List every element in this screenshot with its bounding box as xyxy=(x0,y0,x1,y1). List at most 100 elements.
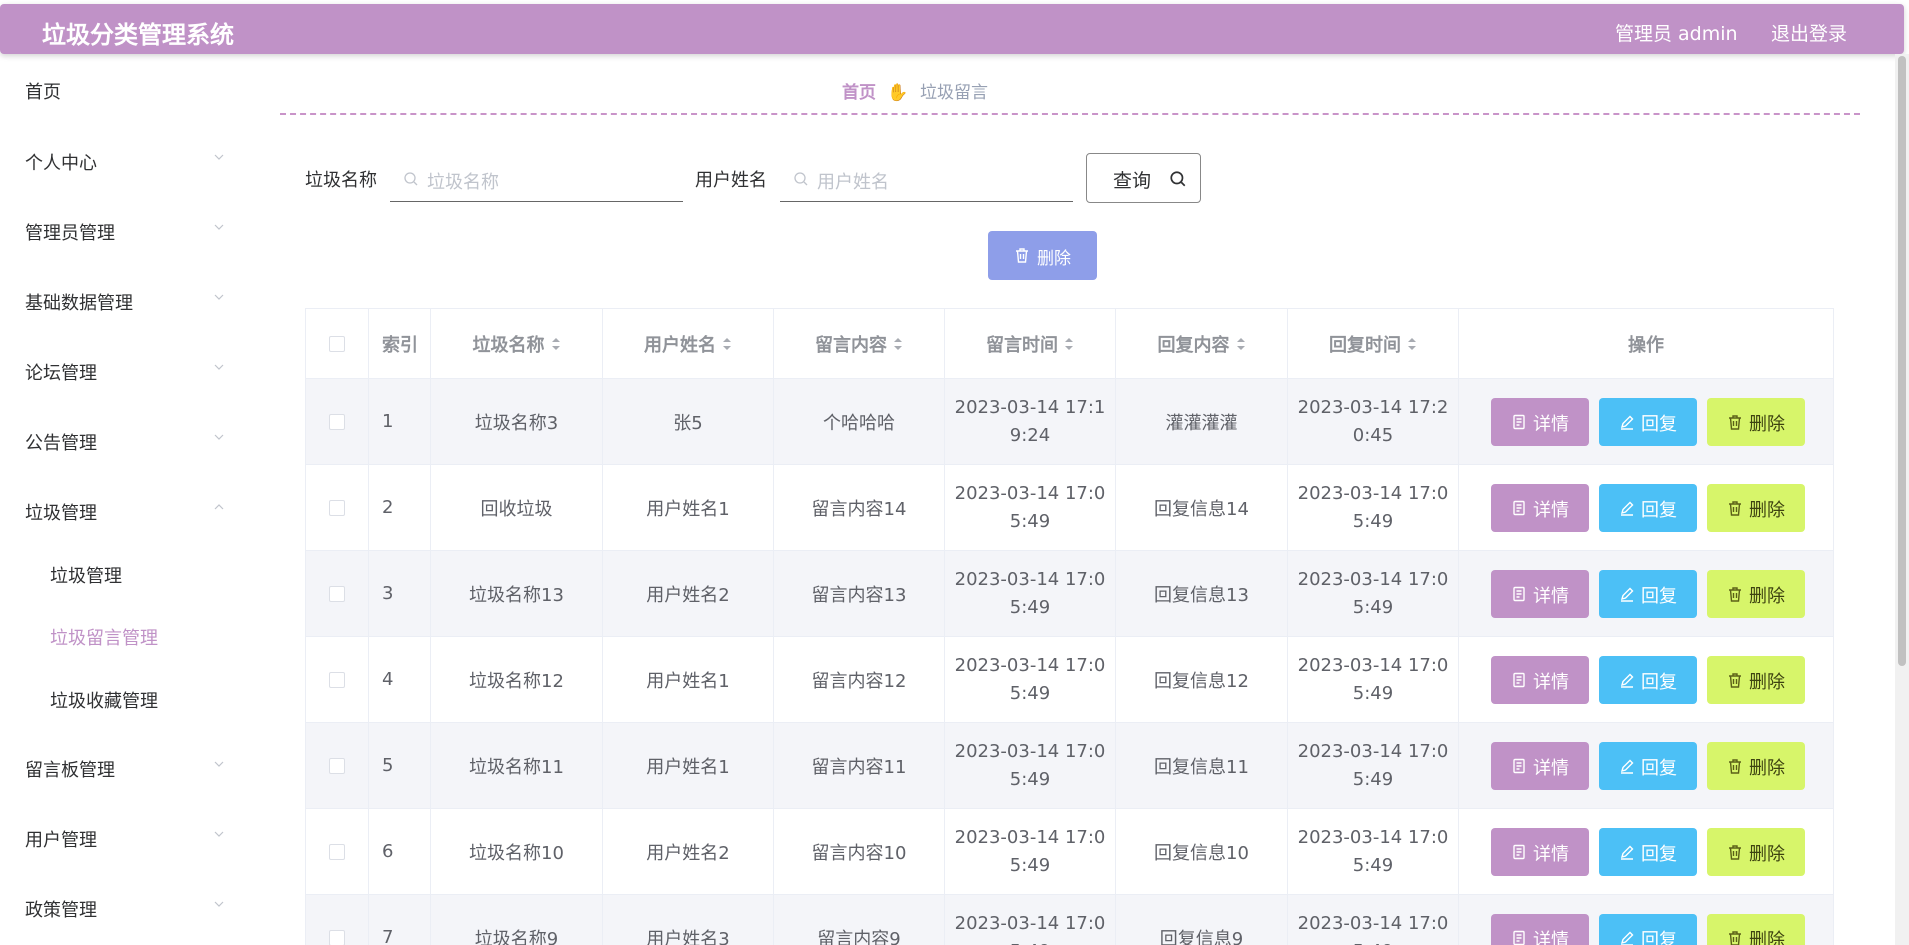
delete-button[interactable]: 删除 xyxy=(1707,398,1805,446)
detail-button[interactable]: 详情 xyxy=(1491,484,1589,532)
time-line: 2023-03-14 17:0 xyxy=(954,912,1106,934)
row-checkbox[interactable] xyxy=(329,671,345,688)
cell-reply-time: 2023-03-14 17:0 5:49 xyxy=(1288,551,1459,636)
sidebar-item-admin-management[interactable]: 管理员管理 xyxy=(0,209,245,249)
header-message-time[interactable]: 留言时间 xyxy=(945,309,1116,378)
table-header: 索引 垃圾名称 用户姓名 留言内容 留言时间 回复内容 回复时间 操作 xyxy=(306,309,1833,379)
sidebar-item-personal-center[interactable]: 个人中心 xyxy=(0,139,245,179)
chevron-down-icon xyxy=(214,294,224,300)
header-user-name[interactable]: 用户姓名 xyxy=(603,309,774,378)
sidebar-item-message-board[interactable]: 留言板管理 xyxy=(0,746,245,786)
sidebar-item-garbage[interactable]: 垃圾管理 xyxy=(0,489,245,529)
row-checkbox[interactable] xyxy=(329,843,345,860)
garbage-name-input[interactable]: 垃圾名称 xyxy=(390,156,683,202)
cell-reply-time: 2023-03-14 17:0 5:49 xyxy=(1288,465,1459,550)
sidebar-subitem-label: 垃圾留言管理 xyxy=(50,628,158,649)
chevron-down-icon xyxy=(214,434,224,440)
sidebar-subitem-garbage-message[interactable]: 垃圾留言管理 xyxy=(0,614,245,654)
sidebar-item-label: 政策管理 xyxy=(25,900,97,921)
cell-message-content: 留言内容14 xyxy=(774,465,945,550)
delete-button[interactable]: 删除 xyxy=(1707,656,1805,704)
search-icon xyxy=(404,172,418,186)
cell-reply-content: 回复信息14 xyxy=(1116,465,1288,550)
detail-button[interactable]: 详情 xyxy=(1491,914,1589,945)
reply-button[interactable]: 回复 xyxy=(1599,742,1697,790)
detail-button[interactable]: 详情 xyxy=(1491,570,1589,618)
user-name-label: 用户姓名 xyxy=(695,170,767,191)
time-line: 2023-03-14 17:0 xyxy=(1297,912,1449,934)
header-reply-time[interactable]: 回复时间 xyxy=(1288,309,1459,378)
sidebar-subitem-garbage-favorite[interactable]: 垃圾收藏管理 xyxy=(0,677,245,717)
top-header: 垃圾分类管理系统 管理员 admin 退出登录 xyxy=(0,4,1904,54)
detail-button-label: 详情 xyxy=(1533,844,1569,865)
header-garbage-name[interactable]: 垃圾名称 xyxy=(431,309,603,378)
document-icon xyxy=(1513,586,1525,602)
row-checkbox[interactable] xyxy=(329,929,345,945)
reply-button[interactable]: 回复 xyxy=(1599,570,1697,618)
select-all-cell xyxy=(306,309,369,378)
detail-button[interactable]: 详情 xyxy=(1491,398,1589,446)
sidebar-item-users[interactable]: 用户管理 xyxy=(0,816,245,856)
chevron-down-icon xyxy=(214,831,224,837)
row-select-cell xyxy=(306,723,369,808)
sidebar-item-home[interactable]: 首页 xyxy=(0,68,245,108)
chevron-down-icon xyxy=(214,761,224,767)
row-checkbox[interactable] xyxy=(329,585,345,602)
row-checkbox[interactable] xyxy=(329,757,345,774)
sidebar-item-label: 个人中心 xyxy=(25,153,97,174)
row-select-cell xyxy=(306,551,369,636)
time-line: 2023-03-14 17:0 xyxy=(1297,740,1449,762)
table-row: 2 回收垃圾 用户姓名1 留言内容14 2023-03-14 17:0 5:49 回复信息1… xyxy=(306,465,1833,551)
row-checkbox[interactable] xyxy=(329,499,345,516)
time-line: 5:49 xyxy=(1352,854,1394,876)
reply-button[interactable]: 回复 xyxy=(1599,828,1697,876)
cell-message-content: 留言内容10 xyxy=(774,809,945,894)
vertical-scrollbar[interactable] xyxy=(1895,54,1909,945)
sidebar-item-announcement[interactable]: 公告管理 xyxy=(0,419,245,459)
detail-button[interactable]: 详情 xyxy=(1491,742,1589,790)
detail-button[interactable]: 详情 xyxy=(1491,828,1589,876)
logout-link[interactable]: 退出登录 xyxy=(1771,19,1847,46)
sidebar-item-policy[interactable]: 政策管理 xyxy=(0,886,245,926)
reply-button[interactable]: 回复 xyxy=(1599,484,1697,532)
reply-button[interactable]: 回复 xyxy=(1599,914,1697,945)
table-body: 1 垃圾名称3 张5 个哈哈哈 2023-03-14 17:1 9:24 灌灌灌灌 2023-… xyxy=(306,379,1833,945)
cell-index: 1 xyxy=(369,379,431,464)
sidebar-item-basic-data[interactable]: 基础数据管理 xyxy=(0,279,245,319)
hand-icon: ✋ xyxy=(887,83,909,103)
cell-garbage-name: 回收垃圾 xyxy=(431,465,603,550)
select-all-checkbox[interactable] xyxy=(329,335,345,352)
delete-button-label: 删除 xyxy=(1749,758,1785,779)
delete-button[interactable]: 删除 xyxy=(1707,914,1805,945)
reply-button-label: 回复 xyxy=(1641,586,1677,607)
reply-button-label: 回复 xyxy=(1641,672,1677,693)
cell-message-time: 2023-03-14 17:0 5:49 xyxy=(945,465,1116,550)
cell-index: 2 xyxy=(369,465,431,550)
query-button[interactable]: 查询 xyxy=(1086,153,1201,203)
delete-button[interactable]: 删除 xyxy=(1707,828,1805,876)
user-name-input[interactable]: 用户姓名 xyxy=(780,156,1073,202)
cell-message-content: 留言内容13 xyxy=(774,551,945,636)
table-row: 6 垃圾名称10 用户姓名2 留言内容10 2023-03-14 17:0 5:49 回复信… xyxy=(306,809,1833,895)
cell-user-name: 用户姓名1 xyxy=(603,723,774,808)
breadcrumb-home[interactable]: 首页 xyxy=(842,83,876,103)
reply-button[interactable]: 回复 xyxy=(1599,656,1697,704)
delete-button-label: 删除 xyxy=(1749,586,1785,607)
table-row: 1 垃圾名称3 张5 个哈哈哈 2023-03-14 17:1 9:24 灌灌灌灌 2023-… xyxy=(306,379,1833,465)
delete-button[interactable]: 删除 xyxy=(1707,742,1805,790)
detail-button[interactable]: 详情 xyxy=(1491,656,1589,704)
row-checkbox[interactable] xyxy=(329,413,345,430)
row-select-cell xyxy=(306,379,369,464)
cell-message-time: 2023-03-14 17:0 5:49 xyxy=(945,637,1116,722)
sidebar-subitem-garbage[interactable]: 垃圾管理 xyxy=(0,552,245,592)
cell-index: 7 xyxy=(369,895,431,945)
delete-button[interactable]: 删除 xyxy=(1707,570,1805,618)
header-message-content[interactable]: 留言内容 xyxy=(774,309,945,378)
delete-button[interactable]: 删除 xyxy=(1707,484,1805,532)
sidebar-item-forum[interactable]: 论坛管理 xyxy=(0,349,245,389)
scrollbar-thumb[interactable] xyxy=(1898,56,1906,666)
header-reply-content[interactable]: 回复内容 xyxy=(1116,309,1288,378)
reply-button[interactable]: 回复 xyxy=(1599,398,1697,446)
bulk-delete-button[interactable]: 删除 xyxy=(988,231,1097,280)
document-icon xyxy=(1513,500,1525,516)
